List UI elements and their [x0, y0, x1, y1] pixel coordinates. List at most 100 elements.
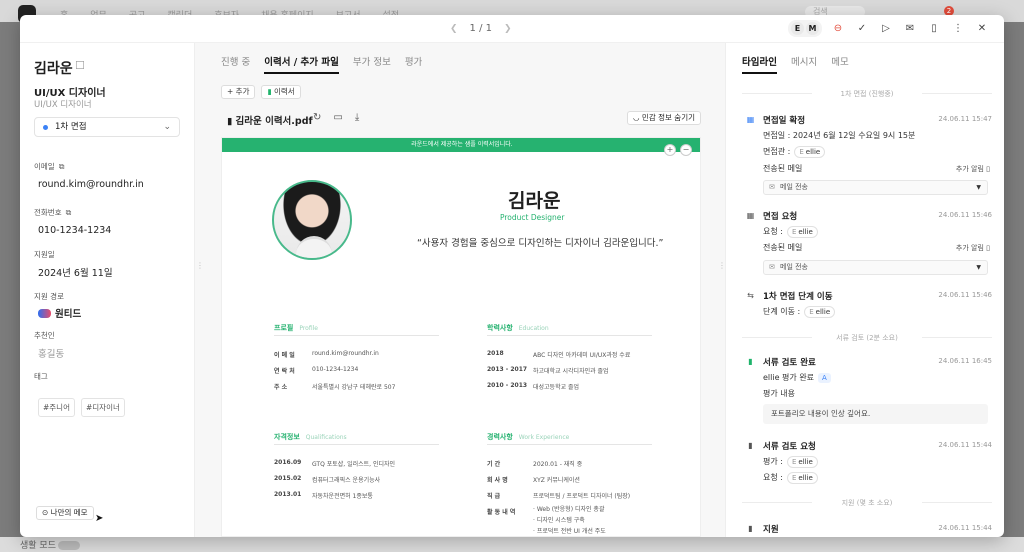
header-actions: E M ⊖ ✓ ▷ ✉ ▯ ⋮ ✕	[788, 20, 990, 37]
window-icon[interactable]: ▭	[333, 112, 342, 123]
caret-down-icon: ▼	[976, 264, 981, 271]
section-line	[487, 335, 652, 336]
download-icon[interactable]: ⤓	[355, 112, 359, 123]
tab-in-progress[interactable]: 진행 중	[221, 54, 250, 74]
email-label: 이메일 ⧉	[34, 162, 65, 171]
copy-icon[interactable]: ⧉	[59, 162, 65, 171]
section-career: 경력사항 Work Experience	[487, 433, 570, 441]
cert-row: 2013.01 자동차운전면허 1종보통	[274, 491, 373, 500]
prev-icon[interactable]: ❮	[450, 24, 458, 34]
referrer-value[interactable]: 홍길동	[38, 346, 64, 360]
hide-sensitive-button[interactable]: ◡ 민감 정보 숨기기	[626, 111, 701, 125]
event-time: 24.06.11 15:46	[938, 291, 992, 299]
mail-dropdown[interactable]: ✉ 메일 전송 ▼	[763, 180, 988, 195]
profile-row: 연 락 처 010-1234-1234	[274, 366, 359, 375]
mode-label: 생활 모드	[20, 541, 56, 551]
applied-label: 지원일	[34, 250, 55, 259]
bookmark-icon[interactable]: ☐	[75, 59, 85, 72]
stage-divider: 서류 검토 (2분 소요)	[742, 333, 992, 343]
tab-timeline[interactable]: 타임라인	[742, 54, 777, 74]
event-title: 1차 면접 단계 이동	[763, 292, 833, 302]
person-chip: Eellie	[794, 146, 826, 158]
resize-handle-left[interactable]: ⋮	[196, 261, 204, 270]
tab-messages[interactable]: 메시지	[791, 54, 817, 74]
event-detail: ellie 평가 완료 A	[763, 372, 831, 383]
close-icon[interactable]: ✕	[974, 21, 990, 37]
profile-row: 주 소 서울특별시 강남구 테헤란로 507	[274, 384, 396, 391]
viewer-avatars: E M	[788, 20, 822, 37]
caret-down-icon: ▼	[976, 184, 981, 191]
skip-icon[interactable]: ▷	[878, 21, 894, 37]
tab-evaluation[interactable]: 평가	[405, 54, 422, 74]
stage-divider: 지원 (몇 초 소요)	[742, 498, 992, 508]
event-time: 24.06.11 15:46	[938, 211, 992, 219]
chevron-down-icon: ⌄	[163, 122, 171, 132]
dislike-icon[interactable]: ⊖	[830, 21, 846, 37]
add-file-button[interactable]: + 추가	[221, 85, 256, 99]
extra-alert[interactable]: 추가 알림 ▯	[956, 164, 990, 174]
next-icon[interactable]: ❯	[504, 24, 512, 34]
phone-icon[interactable]: ▯	[926, 21, 942, 37]
file-actions: + 추가 ▮ 이력서	[221, 85, 301, 99]
stage-value: 1차 면접	[55, 122, 87, 132]
event-title: 면접일 확정	[763, 116, 806, 126]
event-detail: 요청 : Eellie	[763, 472, 818, 484]
section-line	[274, 335, 439, 336]
mode-toggle[interactable]	[58, 541, 80, 550]
education-row: 2013 - 2017 하고대학교 시각디자인과 졸업	[487, 366, 609, 375]
event-detail: 평가 내용	[763, 389, 795, 398]
mail-icon[interactable]: ✉	[902, 21, 918, 37]
document-panel: 진행 중 이력서 / 추가 파일 부가 정보 평가 + 추가 ▮ 이력서 ▮ 김…	[195, 43, 725, 537]
profile-photo	[272, 180, 352, 260]
applied-value: 2024년 6월 11일	[38, 268, 113, 279]
source-label: 지원 경로	[34, 292, 64, 301]
more-icon[interactable]: ⋮	[950, 21, 966, 37]
stage-select[interactable]: 1차 면접 ⌄	[34, 117, 180, 137]
resize-handle-right[interactable]: ⋮	[718, 261, 726, 270]
copy-icon[interactable]: ⧉	[66, 208, 72, 217]
document-icon: ▮	[748, 524, 753, 533]
event-detail: 면접일 : 2024년 6월 12일 수요일 9시 15분	[763, 131, 916, 140]
tab-memos[interactable]: 메모	[831, 54, 848, 74]
career-row: 기 간 2020.01 - 재직 중	[487, 461, 583, 468]
sample-banner: 라운드에서 제공하는 샘플 이력서입니다.	[222, 138, 700, 152]
move-arrows-icon: ⇆	[747, 291, 754, 300]
candidate-role-sub: UI/UX 디자이너	[34, 100, 92, 110]
zoom-in-icon[interactable]: +	[664, 144, 676, 156]
check-circle-icon[interactable]: ✓	[854, 21, 870, 37]
resume-document: 라운드에서 제공하는 샘플 이력서입니다. + − 김라운 Product De…	[221, 137, 701, 537]
section-qualifications: 자격정보 Qualifications	[274, 433, 347, 441]
pager: ❮ 1 / 1 ❯	[450, 23, 512, 34]
file-toolbar: ▮ 김라운 이력서.pdf ↻ ▭ ⤓ ◡ 민감 정보 숨기기	[221, 109, 701, 131]
cert-row: 2016.09 GTQ 포토샵, 일러스트, 인디자인	[274, 459, 396, 468]
person-chip: Eellie	[786, 472, 818, 484]
tag-list: #주니어 #디자이너	[38, 398, 125, 417]
zoom-out-icon[interactable]: −	[680, 144, 692, 156]
calendar-icon: ▦	[746, 211, 755, 220]
phone-label: 전화번호 ⧉	[34, 208, 72, 217]
candidate-modal: ❮ 1 / 1 ❯ E M ⊖ ✓ ▷ ✉ ▯ ⋮ ✕ 김라운 ☐ UI/UX …	[20, 15, 1004, 537]
tag-chip[interactable]: #디자이너	[80, 398, 125, 417]
document-icon: ▮	[748, 441, 753, 450]
career-row: 직 급 프로덕트팀 / 프로덕트 디자이너 (팀장)	[487, 493, 631, 500]
extra-alert[interactable]: 추가 알림 ▯	[956, 243, 990, 253]
section-education: 학력사항 Education	[487, 324, 549, 332]
person-chip: Eellie	[786, 226, 818, 238]
mail-dropdown[interactable]: ✉ 메일 전송 ▼	[763, 260, 988, 275]
refresh-icon[interactable]: ↻	[313, 112, 321, 123]
tab-resume-files[interactable]: 이력서 / 추가 파일	[264, 54, 339, 74]
phone-value[interactable]: 010-1234-1234	[38, 225, 111, 236]
education-row: 2018 ABC 디자인 아카데미 UI/UX과정 수료	[487, 350, 631, 359]
career-row: 활 동 내 역	[487, 509, 516, 516]
career-bullet: · 디자인 시스템 구축	[533, 517, 585, 524]
private-memo-button[interactable]: ⊙ 나만의 메모	[36, 506, 94, 520]
career-bullet: · Web (반응형) 디자인 총괄	[533, 506, 605, 513]
tag-chip[interactable]: #주니어	[38, 398, 75, 417]
timeline-tabs: 타임라인 메시지 메모	[742, 54, 849, 74]
event-detail: 요청 : Eellie	[763, 226, 818, 238]
event-time: 24.06.11 15:44	[938, 524, 992, 532]
email-value[interactable]: round.kim@roundhr.in	[38, 179, 144, 190]
tab-extra-info[interactable]: 부가 정보	[353, 54, 391, 74]
resume-chip[interactable]: ▮ 이력서	[261, 85, 301, 99]
center-tabs: 진행 중 이력서 / 추가 파일 부가 정보 평가	[221, 54, 422, 74]
